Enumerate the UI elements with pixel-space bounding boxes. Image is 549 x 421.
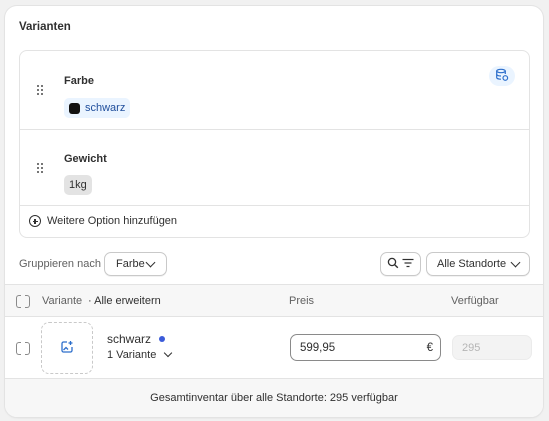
- inventory-summary-text: Gesamtinventar über alle Standorte: 295 …: [150, 392, 398, 404]
- variants-card: Varianten Farbe schwarz Gewicht 1kg Weit…: [5, 6, 543, 417]
- option-name: Farbe: [64, 75, 94, 87]
- plus-circle-icon: [29, 215, 41, 227]
- col-available: Verfügbar: [451, 295, 499, 307]
- chevron-down-icon: [164, 348, 173, 358]
- price-value: 599,95: [300, 341, 336, 354]
- search-filter-button[interactable]: [380, 252, 421, 276]
- filter-icon: [402, 258, 414, 271]
- option-value-chip[interactable]: 1kg: [64, 175, 92, 195]
- card-title: Varianten: [19, 21, 71, 33]
- variant-image-placeholder[interactable]: [41, 322, 93, 374]
- chevron-down-icon: [145, 257, 156, 268]
- drag-handle-icon[interactable]: [37, 85, 45, 97]
- expand-all-link[interactable]: · Alle erweitern: [88, 295, 161, 307]
- option-value-label: 1kg: [69, 179, 87, 191]
- database-icon: [495, 68, 509, 85]
- col-variant: Variante: [42, 295, 83, 307]
- option-row-farbe[interactable]: Farbe schwarz: [20, 51, 529, 130]
- add-option-button[interactable]: Weitere Option hinzufügen: [29, 215, 177, 227]
- options-box: Farbe schwarz Gewicht 1kg Weitere Option…: [19, 50, 530, 238]
- group-by-select[interactable]: Farbe: [104, 252, 167, 276]
- color-swatch: [69, 102, 80, 114]
- price-input[interactable]: 599,95 €: [290, 334, 441, 361]
- image-add-icon: [60, 340, 74, 357]
- variant-name[interactable]: schwarz: [107, 332, 151, 346]
- search-icon: [387, 257, 399, 272]
- table-header: Variante · Alle erweitern Preis Verfügba…: [5, 284, 543, 317]
- option-value-label: schwarz: [85, 102, 126, 114]
- group-by-label: Gruppieren nach: [19, 258, 101, 270]
- currency-symbol: €: [426, 341, 433, 354]
- option-value-chip[interactable]: schwarz: [64, 98, 131, 118]
- variant-count: 1 Variante: [107, 349, 157, 361]
- row-checkbox[interactable]: [16, 342, 30, 355]
- drag-handle-icon[interactable]: [37, 163, 45, 175]
- available-input: 295: [452, 335, 532, 360]
- location-select[interactable]: Alle Standorte: [426, 252, 530, 276]
- metafield-button[interactable]: [489, 66, 515, 86]
- option-name: Gewicht: [64, 153, 107, 165]
- group-by-value: Farbe: [116, 258, 145, 270]
- option-row-gewicht[interactable]: Gewicht 1kg: [20, 130, 529, 206]
- chevron-down-icon: [510, 257, 521, 268]
- col-price: Preis: [289, 295, 315, 307]
- location-value: Alle Standorte: [437, 258, 507, 270]
- table-row: schwarz 1 Variante 599,95 € 295: [5, 317, 543, 378]
- status-dot: [159, 336, 165, 342]
- add-option-label: Weitere Option hinzufügen: [47, 215, 178, 227]
- select-all-checkbox[interactable]: [16, 295, 30, 308]
- inventory-summary: Gesamtinventar über alle Standorte: 295 …: [5, 378, 543, 417]
- available-value: 295: [462, 341, 481, 354]
- variant-count-toggle[interactable]: 1 Variante: [107, 348, 173, 361]
